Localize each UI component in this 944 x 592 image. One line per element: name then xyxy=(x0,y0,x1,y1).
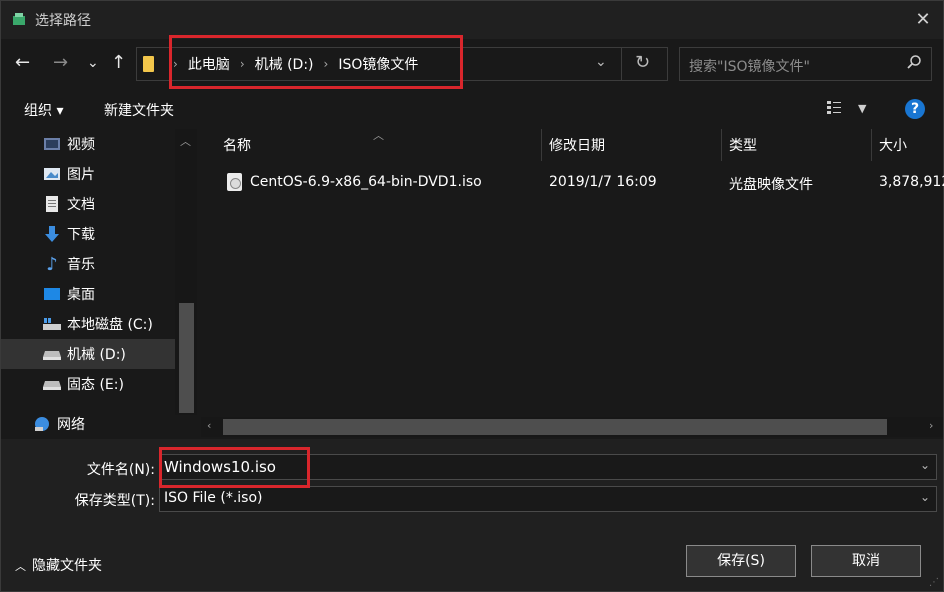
sidebar-item-network[interactable]: 网络 xyxy=(33,409,175,439)
sidebar-item-label: 下载 xyxy=(67,227,95,243)
file-list: ︿ 名称 修改日期 类型 大小 CentOS-6.9-x86_64-bin-DV… xyxy=(201,129,944,439)
network-icon xyxy=(33,416,51,432)
sidebar-item-music[interactable]: ♪ 音乐 xyxy=(43,249,175,279)
sidebar-item-label: 文档 xyxy=(67,197,95,213)
sidebar-item-label: 图片 xyxy=(67,167,95,183)
sort-ascending-icon: ︿ xyxy=(373,129,384,142)
sidebar-item-desktop[interactable]: 桌面 xyxy=(43,279,175,309)
organize-menu-button[interactable]: 组织 ▾ xyxy=(24,100,63,120)
address-highlight-box xyxy=(169,35,463,89)
navigation-bar: ← → ⌄ ↑ › 此电脑 › 机械 (D:) › ISO镜像文件 ⌄ ↻ 搜索… xyxy=(1,39,943,89)
column-header-name[interactable]: 名称 xyxy=(223,129,251,161)
system-drive-icon xyxy=(43,316,61,332)
resize-grip-icon[interactable]: ⋰ xyxy=(929,577,939,588)
view-options-icon[interactable] xyxy=(827,101,845,115)
column-header-type[interactable]: 类型 xyxy=(729,129,757,161)
search-placeholder: 搜索"ISO镜像文件" xyxy=(689,59,810,75)
sidebar-item-label: 本地磁盘 (C:) xyxy=(67,317,153,333)
sidebar-item-pictures[interactable]: 图片 xyxy=(43,159,175,189)
sidebar-item-label: 机械 (D:) xyxy=(67,347,126,363)
column-divider[interactable] xyxy=(721,129,722,161)
dialog-footer: 文件名(N): Windows10.iso ⌄ 保存类型(T): ISO Fil… xyxy=(1,439,943,591)
search-box[interactable]: 搜索"ISO镜像文件" xyxy=(679,47,932,81)
title-bar: 选择路径 ✕ xyxy=(1,1,943,39)
file-type: 光盘映像文件 xyxy=(729,177,813,193)
refresh-icon[interactable]: ↻ xyxy=(635,52,650,73)
up-arrow-icon[interactable]: ↑ xyxy=(111,53,126,73)
sidebar-item-label: 固态 (E:) xyxy=(67,377,124,393)
sidebar-item-downloads[interactable]: 下载 xyxy=(43,219,175,249)
scroll-left-icon[interactable]: ‹ xyxy=(207,419,211,432)
download-icon xyxy=(43,226,61,242)
filetype-label: 保存类型(T): xyxy=(74,493,155,509)
filetype-select[interactable]: ISO File (*.iso) ⌄ xyxy=(159,486,937,512)
address-divider xyxy=(621,48,622,80)
scroll-up-icon[interactable]: ︿ xyxy=(180,133,191,149)
column-header-size[interactable]: 大小 xyxy=(879,129,907,161)
column-divider[interactable] xyxy=(541,129,542,161)
disc-image-icon xyxy=(227,173,242,191)
scrollbar-thumb[interactable] xyxy=(223,419,887,435)
document-icon xyxy=(43,196,61,212)
horizontal-scrollbar[interactable]: ‹ › xyxy=(201,417,943,437)
save-button[interactable]: 保存(S) xyxy=(686,545,796,577)
view-dropdown-icon[interactable]: ▼ xyxy=(858,102,866,115)
scrollbar-thumb[interactable] xyxy=(179,303,194,413)
close-icon[interactable]: ✕ xyxy=(909,7,937,33)
sidebar-item-drive-d[interactable]: 机械 (D:) xyxy=(1,339,175,369)
sidebar-item-label: 桌面 xyxy=(67,287,95,303)
drive-icon xyxy=(43,346,61,362)
search-icon[interactable] xyxy=(906,54,922,70)
music-icon: ♪ xyxy=(46,253,58,275)
chevron-down-icon[interactable]: ⌄ xyxy=(920,458,930,472)
chevron-up-icon: ︿ xyxy=(15,560,26,573)
chevron-down-icon[interactable]: ⌄ xyxy=(920,490,930,504)
sidebar-item-videos[interactable]: 视频 xyxy=(43,129,175,159)
command-toolbar: 组织 ▾ 新建文件夹 ▼ ? xyxy=(1,89,943,129)
recent-locations-chevron-icon[interactable]: ⌄ xyxy=(87,53,99,73)
sidebar-item-drive-c[interactable]: 本地磁盘 (C:) xyxy=(43,309,175,339)
sidebar-item-label: 音乐 xyxy=(67,257,95,273)
scroll-right-icon[interactable]: › xyxy=(929,419,933,432)
picture-icon xyxy=(43,166,61,182)
filename-label: 文件名(N): xyxy=(86,462,155,478)
sidebar-item-label: 网络 xyxy=(57,417,85,433)
app-icon xyxy=(13,13,25,25)
file-size: 3,878,912 xyxy=(879,174,944,190)
help-icon[interactable]: ? xyxy=(905,99,925,119)
back-arrow-icon[interactable]: ← xyxy=(15,53,30,73)
filename-highlight-box xyxy=(159,447,310,488)
folder-icon xyxy=(143,56,154,72)
desktop-icon xyxy=(43,286,61,302)
address-dropdown-icon[interactable]: ⌄ xyxy=(595,54,607,70)
new-folder-button[interactable]: 新建文件夹 xyxy=(104,100,174,120)
forward-arrow-icon[interactable]: → xyxy=(53,53,68,73)
file-modified: 2019/1/7 16:09 xyxy=(549,174,657,190)
navigation-pane: 视频 图片 文档 下载 ♪ 音乐 桌面 本地磁盘 (C:) 机械 (D:) 固态… xyxy=(1,129,197,439)
drive-icon xyxy=(43,376,61,392)
hide-folders-toggle[interactable]: ︿ 隐藏文件夹 xyxy=(15,555,102,575)
cancel-button[interactable]: 取消 xyxy=(811,545,921,577)
file-name: CentOS-6.9-x86_64-bin-DVD1.iso xyxy=(250,174,482,190)
sidebar-item-documents[interactable]: 文档 xyxy=(43,189,175,219)
sidebar-item-drive-e[interactable]: 固态 (E:) xyxy=(43,369,175,399)
window-title: 选择路径 xyxy=(35,13,91,29)
hide-folders-label: 隐藏文件夹 xyxy=(32,558,102,574)
navigation-scrollbar[interactable]: ︿ xyxy=(175,129,197,415)
column-divider[interactable] xyxy=(871,129,872,161)
sidebar-item-label: 视频 xyxy=(67,137,95,153)
filetype-value: ISO File (*.iso) xyxy=(164,490,263,506)
file-row[interactable]: CentOS-6.9-x86_64-bin-DVD1.iso 2019/1/7 … xyxy=(201,169,944,197)
video-icon xyxy=(43,136,61,152)
save-dialog: 选择路径 ✕ ← → ⌄ ↑ › 此电脑 › 机械 (D:) › ISO镜像文件… xyxy=(0,0,944,592)
column-header-modified[interactable]: 修改日期 xyxy=(549,129,605,161)
